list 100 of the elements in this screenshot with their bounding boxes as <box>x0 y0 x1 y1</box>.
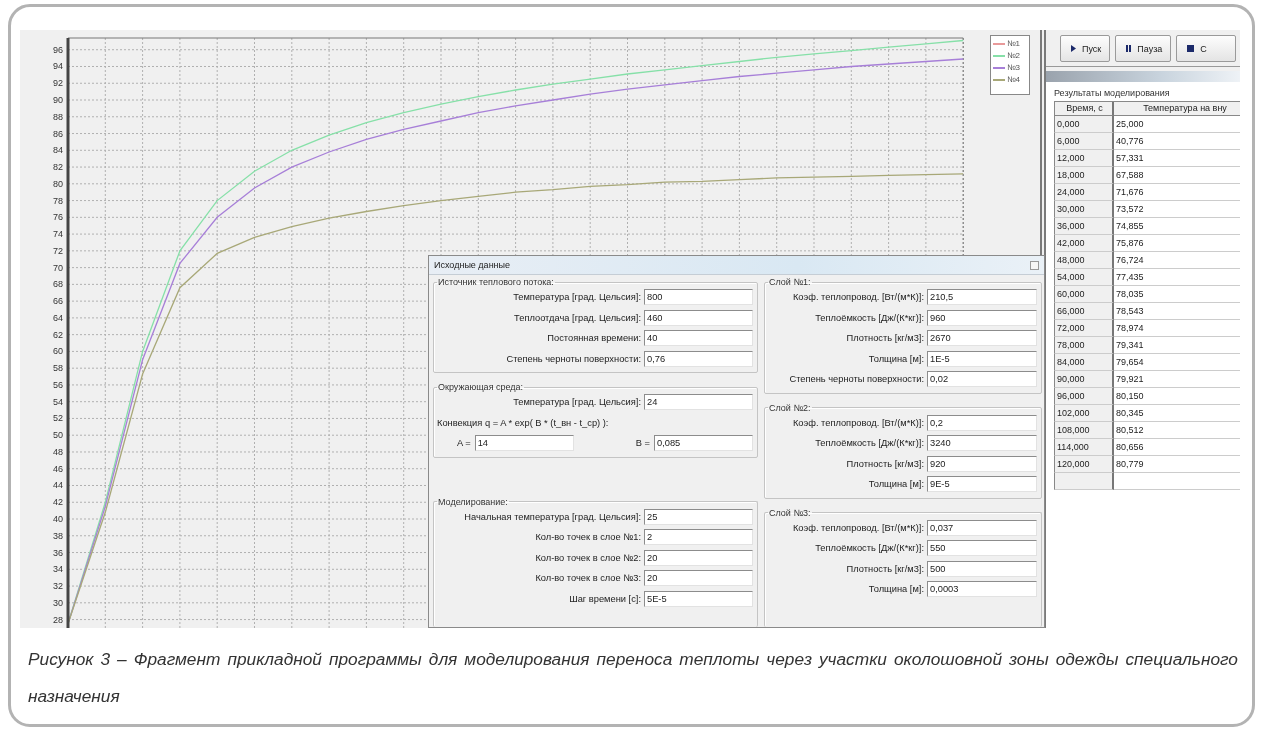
field-label: A = <box>457 438 471 449</box>
axis-tick-label: 60 <box>53 346 63 357</box>
axis-tick-label: 92 <box>53 78 63 89</box>
table-cell: 96,000 <box>1054 388 1114 405</box>
column-header: Время, с <box>1054 102 1114 116</box>
group-title: Источник теплового потока: <box>437 277 555 287</box>
axis-tick-label: 32 <box>53 581 63 592</box>
table-cell: 78,543 <box>1114 303 1240 320</box>
field-label: Коэф. теплопровод. [Вт/(м*К)]: <box>792 292 924 303</box>
table-cell: 30,000 <box>1054 201 1114 218</box>
input-field[interactable]: 25 <box>644 508 753 525</box>
table-cell: 78,974 <box>1114 320 1240 337</box>
input-field[interactable]: 920 <box>927 455 1037 472</box>
input-field[interactable]: 500 <box>927 560 1037 577</box>
input-field[interactable]: 800 <box>644 289 753 306</box>
table-cell: 108,000 <box>1054 422 1114 439</box>
table-cell: 48,000 <box>1054 252 1114 269</box>
table-cell: 54,000 <box>1054 269 1114 286</box>
input-field[interactable]: 960 <box>927 309 1037 326</box>
close-button[interactable] <box>1030 260 1039 270</box>
input-field[interactable]: 2670 <box>927 330 1037 347</box>
axis-tick-label: 44 <box>53 480 63 491</box>
input-field[interactable]: 0,76 <box>644 350 753 367</box>
legend-label: №3 <box>1007 63 1021 73</box>
input-field[interactable]: 40 <box>644 330 753 347</box>
field-label: Кол-во точек в слое №2: <box>535 552 641 563</box>
axis-tick-label: 40 <box>53 514 63 524</box>
input-field[interactable]: 0,037 <box>927 519 1037 536</box>
panel-title: Результаты моделирования <box>1054 88 1171 100</box>
table-cell: 79,341 <box>1114 337 1240 354</box>
axis-tick-label: 66 <box>53 296 63 307</box>
field-label: Температура [град. Цельсия]: <box>513 397 641 408</box>
axis-tick-label: 74 <box>53 229 63 240</box>
empty-cell <box>1054 473 1114 490</box>
axis-tick-label: 36 <box>53 547 63 558</box>
field-label: Теплоёмкость [Дж/(К*кг)]: <box>815 312 924 323</box>
group-title: Слой №2: <box>768 402 812 413</box>
input-field[interactable]: 20 <box>644 549 753 566</box>
input-field[interactable]: 24 <box>644 394 753 411</box>
figure-caption: Рисунок 3 – Фрагмент прикладной программы для моделирования переноса теплоты через участки околошовной зоны одежды специального назначения <box>28 648 1238 708</box>
input-field[interactable]: 210,5 <box>927 289 1037 306</box>
table-cell: 80,150 <box>1114 388 1240 405</box>
input-field[interactable]: 0,2 <box>927 414 1037 431</box>
axis-tick-label: 62 <box>53 329 63 340</box>
table-cell: 90,000 <box>1054 371 1114 388</box>
table-cell: 73,572 <box>1114 201 1240 218</box>
table-cell: 25,000 <box>1114 116 1240 133</box>
formula-text: Конвекция q = A * exp( B * (t_вн - t_ср) ): <box>437 417 609 428</box>
stop-icon <box>1187 45 1195 52</box>
start-button[interactable]: Пуск <box>1060 35 1111 62</box>
legend-label: №1 <box>1007 39 1021 49</box>
input-field[interactable]: 0,085 <box>654 435 753 452</box>
legend-label: №2 <box>1007 51 1021 61</box>
field-label: Плотность [кг/м3]: <box>846 333 924 344</box>
table-cell: 42,000 <box>1054 235 1114 252</box>
input-field[interactable]: 0,02 <box>927 371 1037 388</box>
axis-tick-label: 56 <box>53 379 63 390</box>
axis-tick-label: 78 <box>53 195 63 206</box>
input-field[interactable]: 1E-5 <box>927 350 1037 367</box>
table-cell: 12,000 <box>1054 150 1114 167</box>
table-cell: 78,000 <box>1054 337 1114 354</box>
input-field[interactable]: 3240 <box>927 435 1037 452</box>
input-field[interactable]: 550 <box>927 540 1037 557</box>
table-cell: 74,855 <box>1114 218 1240 235</box>
pause-button[interactable]: Пауза <box>1115 35 1172 62</box>
group-title: Моделирование: <box>437 496 509 507</box>
axis-tick-label: 52 <box>53 413 63 424</box>
axis-tick-label: 64 <box>53 312 63 323</box>
input-field[interactable]: 20 <box>644 570 753 587</box>
table-cell: 120,000 <box>1054 456 1114 473</box>
axis-tick-label: 38 <box>53 530 63 541</box>
stop-button[interactable]: С <box>1176 35 1237 62</box>
axis-tick-label: 90 <box>53 95 63 105</box>
table-cell: 36,000 <box>1054 218 1114 235</box>
axis-tick-label: 48 <box>53 446 63 457</box>
input-field[interactable]: 2 <box>644 529 753 546</box>
field-label: Толщина [м]: <box>868 584 924 595</box>
input-field[interactable]: 9E-5 <box>927 476 1037 493</box>
input-field[interactable]: 0,0003 <box>927 581 1037 598</box>
table-cell: 84,000 <box>1054 354 1114 371</box>
input-field[interactable]: 14 <box>474 435 574 452</box>
table-cell: 80,345 <box>1114 405 1240 422</box>
axis-tick-label: 96 <box>53 44 63 55</box>
axis-tick-label: 58 <box>53 363 63 374</box>
axis-tick-label: 86 <box>53 128 63 139</box>
axis-tick-label: 82 <box>53 162 63 173</box>
field-label: Толщина [м]: <box>868 353 924 364</box>
input-field[interactable]: 5E-5 <box>644 590 753 607</box>
dialog-title: Исходные данные <box>434 260 511 270</box>
field-label: Теплоёмкость [Дж/(К*кг)]: <box>815 543 924 554</box>
axis-tick-label: 84 <box>53 145 63 156</box>
field-label: Плотность [кг/м3]: <box>846 563 924 574</box>
input-field[interactable]: 460 <box>644 309 753 326</box>
axis-tick-label: 76 <box>53 212 63 223</box>
table-cell: 79,921 <box>1114 371 1240 388</box>
table-cell: 18,000 <box>1054 167 1114 184</box>
table-cell: 75,876 <box>1114 235 1240 252</box>
field-label: Коэф. теплопровод. [Вт/(м*К)]: <box>792 522 924 533</box>
field-label: Степень черноты поверхности: <box>506 353 641 364</box>
field-label: Степень черноты поверхности: <box>789 374 924 385</box>
